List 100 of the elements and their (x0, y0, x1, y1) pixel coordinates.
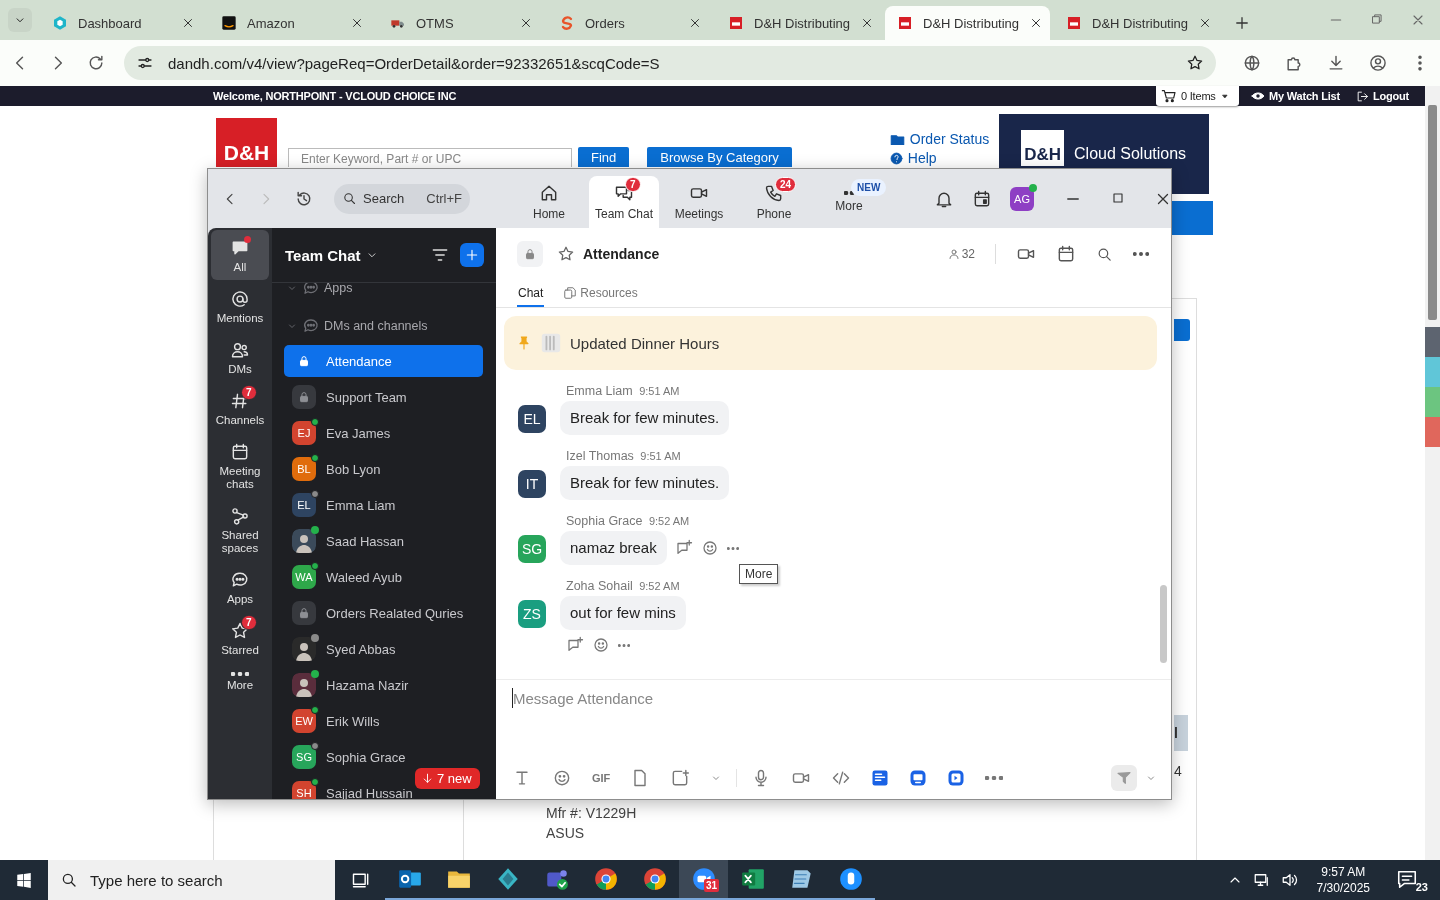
mention-icon (230, 289, 250, 309)
chat-list-item[interactable]: WA Waleed Ayub (284, 561, 483, 593)
more-icon[interactable] (726, 546, 739, 550)
message-meta: Sophia Grace 9:52 AM (565, 514, 690, 530)
order-status-link[interactable]: Order Status (889, 131, 990, 147)
browser-tab[interactable]: Orders (547, 6, 712, 40)
chat-list-item[interactable]: Orders Realated Quries (284, 597, 483, 629)
calendar-icon[interactable] (972, 188, 992, 209)
help-link[interactable]: Help (889, 150, 990, 166)
send-button[interactable] (1111, 765, 1137, 791)
calendar-icon[interactable] (1056, 244, 1076, 264)
taskbar-search[interactable]: Type here to search (48, 860, 335, 900)
new-messages-button[interactable]: 7 new (415, 768, 480, 789)
close-icon[interactable] (181, 16, 195, 30)
chat-list-item[interactable]: EW Erik Wills (284, 705, 483, 737)
browse-button[interactable]: Browse By Category (647, 147, 792, 167)
star-icon[interactable] (557, 245, 575, 263)
chat-list-item[interactable]: Attendance (284, 345, 483, 377)
screenshot-icon[interactable] (670, 768, 691, 788)
more-icon[interactable] (1133, 252, 1149, 256)
emoji-icon[interactable] (700, 539, 719, 557)
nav-tab[interactable]: Home (514, 176, 584, 228)
browser-tab[interactable]: Amazon (209, 6, 374, 40)
taskbar-button[interactable]: 31 (679, 860, 728, 900)
side-tabs-drawing[interactable] (1425, 327, 1440, 447)
sidebar-item[interactable]: Shared spaces (211, 498, 269, 561)
more-icon[interactable] (985, 776, 1004, 780)
close-icon[interactable] (350, 16, 364, 30)
chat-tab[interactable]: Chat (517, 280, 545, 307)
gif-button[interactable]: GIF (592, 772, 611, 784)
address-bar[interactable]: dandh.com/v4/view?pageReq=OrderDetail&order=92332651&scqCode=S (124, 46, 1216, 80)
code-icon[interactable] (831, 768, 852, 788)
section-header[interactable]: Apps (284, 283, 484, 302)
sidebar-item[interactable]: All (211, 230, 269, 280)
board-app-icon[interactable] (909, 769, 928, 787)
count-badge: 7 (241, 615, 257, 630)
browser-tab[interactable]: D&H Distributing (1054, 6, 1219, 40)
browser-tab[interactable]: D&H Distributing (716, 6, 881, 40)
emoji-icon[interactable] (552, 768, 572, 788)
pinned-message[interactable]: Updated Dinner Hours (504, 316, 1157, 370)
play-app-icon[interactable] (947, 769, 966, 787)
network-icon[interactable] (1252, 871, 1271, 889)
document-app-icon[interactable] (871, 769, 890, 787)
sidebar-item[interactable]: Mentions (211, 281, 269, 331)
volume-icon[interactable] (1280, 871, 1299, 889)
globe-icon[interactable] (1242, 53, 1262, 73)
search-field[interactable]: Search Ctrl+F (334, 183, 470, 214)
chat-list-item[interactable]: Saad Hassan (284, 525, 483, 557)
sidebar-item[interactable]: DMs (211, 332, 269, 382)
reply-icon[interactable] (566, 636, 584, 654)
browser-tab[interactable]: Dashboard (40, 6, 205, 40)
find-button[interactable]: Find (578, 147, 630, 167)
chat-list-item[interactable]: Syed Abbas (284, 633, 483, 665)
profile-avatar[interactable]: AG (1010, 186, 1034, 211)
sidebar-item[interactable]: Meeting chats (211, 434, 269, 497)
brand-text: ASUS (546, 825, 586, 841)
notifications-button[interactable]: 23 (1396, 868, 1426, 892)
profile-icon[interactable] (1368, 53, 1388, 73)
browser-tab[interactable]: OTMS (378, 6, 543, 40)
logout-link[interactable]: Logout (1355, 89, 1409, 103)
scrollbar-thumb[interactable] (1160, 585, 1167, 663)
chat-bubble-icon (302, 283, 320, 297)
message-bubble: out for few mins (560, 596, 686, 630)
panel-title[interactable]: Team Chat (285, 246, 361, 264)
more-icon[interactable] (618, 643, 630, 647)
reply-icon[interactable] (674, 539, 693, 557)
restore-icon[interactable] (1370, 12, 1384, 26)
section-header[interactable]: DMs and channels (284, 312, 484, 340)
members-button[interactable]: 32 (947, 247, 975, 261)
close-icon[interactable] (688, 16, 702, 30)
browser-tab[interactable]: D&H Distributing (885, 6, 1050, 40)
nav-tab[interactable]: Phone 24 (739, 176, 809, 228)
chat-list-item[interactable]: Support Team (284, 381, 483, 413)
watch-list-link[interactable]: My Watch List (1251, 89, 1340, 103)
chat-list-item[interactable]: BL Bob Lyon (284, 453, 483, 485)
new-tab-icon[interactable] (1233, 14, 1251, 32)
nav-tab[interactable]: Team Chat 7 (589, 176, 659, 228)
nav-tab[interactable]: NEW More (814, 176, 884, 228)
search-field[interactable]: Enter Keyword, Part # or UPC (288, 148, 572, 167)
nav-tab[interactable]: Meetings (664, 176, 734, 228)
cart-button[interactable]: 0 Items (1156, 86, 1239, 106)
sidebar-item[interactable]: More (211, 664, 269, 698)
sidebar-item[interactable]: Channels 7 (211, 383, 269, 433)
sidebar-item[interactable]: Apps (211, 562, 269, 612)
chat-list-item[interactable]: EJ Eva James (284, 417, 483, 449)
close-icon[interactable] (519, 16, 533, 30)
add-button[interactable] (460, 243, 484, 267)
clock[interactable]: 9:57 AM 7/30/2025 (1316, 864, 1370, 896)
task-view-icon[interactable] (351, 870, 371, 890)
chat-tab[interactable]: Resources (562, 280, 639, 307)
emoji-icon[interactable] (592, 636, 610, 654)
sidebar-item[interactable]: Starred 7 (211, 613, 269, 663)
chat-list-item[interactable]: EL Emma Liam (284, 489, 483, 521)
scrollbar-thumb[interactable] (1428, 105, 1437, 320)
chat-list-item[interactable]: Hazama Nazir (284, 669, 483, 701)
logo[interactable]: D&H (216, 118, 277, 167)
calendar-icon (230, 442, 250, 462)
windows-icon (15, 871, 33, 889)
home-icon (539, 183, 559, 203)
bookmark-icon[interactable] (1186, 54, 1204, 72)
